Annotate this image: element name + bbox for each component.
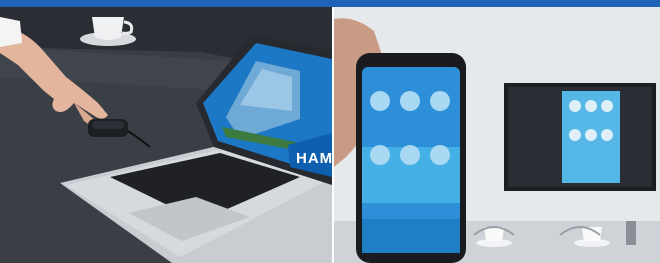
photo-left-scene: HAM [0, 7, 332, 263]
photo-collage: HAM [0, 0, 660, 263]
photo-left: HAM [0, 7, 332, 263]
laptop-screen-text: HAM [296, 150, 332, 167]
smartphone [356, 53, 466, 263]
photo-right [334, 7, 660, 263]
photo-right-scene [334, 7, 660, 263]
wall-tv [504, 83, 656, 191]
top-accent-bar [0, 0, 660, 7]
